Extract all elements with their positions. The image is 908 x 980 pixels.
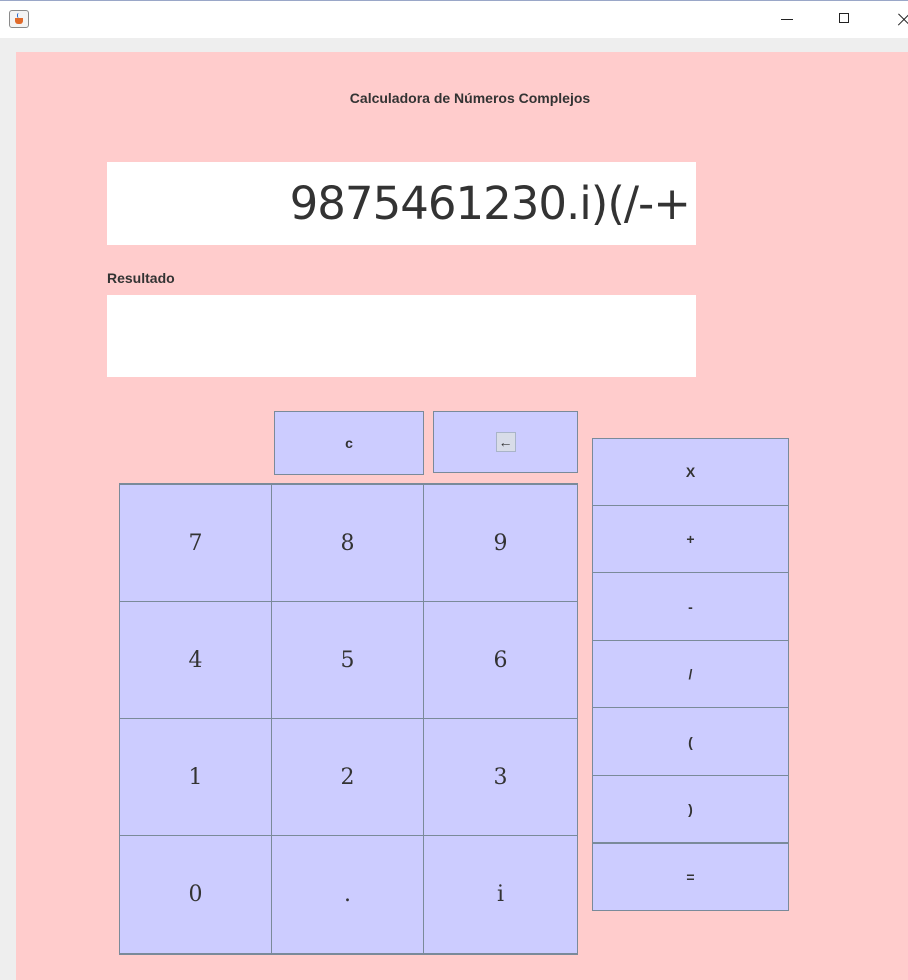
subtract-button[interactable]: -: [592, 572, 789, 641]
digit-0-button[interactable]: 0: [119, 835, 272, 954]
imaginary-unit-button[interactable]: i: [423, 835, 578, 954]
backspace-button[interactable]: ←: [433, 411, 578, 473]
equals-button[interactable]: =: [592, 843, 789, 911]
digit-5-button[interactable]: 5: [271, 601, 424, 719]
clear-button[interactable]: c: [274, 411, 424, 475]
digit-1-button[interactable]: 1: [119, 718, 272, 836]
digit-8-button[interactable]: 8: [271, 484, 424, 602]
result-field[interactable]: [107, 295, 696, 377]
calculator-panel: Calculadora de Números Complejos 9875461…: [16, 52, 908, 980]
open-paren-button[interactable]: (: [592, 707, 789, 776]
divide-button[interactable]: /: [592, 640, 789, 708]
multiply-button[interactable]: X: [592, 438, 789, 506]
page-title: Calculadora de Números Complejos: [349, 90, 591, 106]
close-icon[interactable]: [878, 1, 908, 39]
digit-9-button[interactable]: 9: [423, 484, 578, 602]
digit-3-button[interactable]: 3: [423, 718, 578, 836]
java-app-icon[interactable]: [9, 10, 29, 28]
result-label: Resultado: [107, 270, 175, 286]
digit-4-button[interactable]: 4: [119, 601, 272, 719]
digit-2-button[interactable]: 2: [271, 718, 424, 836]
minimize-icon[interactable]: [762, 1, 810, 39]
digit-7-button[interactable]: 7: [119, 484, 272, 602]
window-title-bar: [0, 0, 908, 38]
backspace-arrow-icon: ←: [495, 432, 516, 452]
digit-6-button[interactable]: 6: [423, 601, 578, 719]
add-button[interactable]: +: [592, 505, 789, 573]
expression-display[interactable]: 9875461230.i)(/-+: [107, 162, 696, 245]
decimal-point-button[interactable]: .: [271, 835, 424, 954]
maximize-icon[interactable]: [820, 1, 868, 39]
close-paren-button[interactable]: ): [592, 775, 789, 843]
